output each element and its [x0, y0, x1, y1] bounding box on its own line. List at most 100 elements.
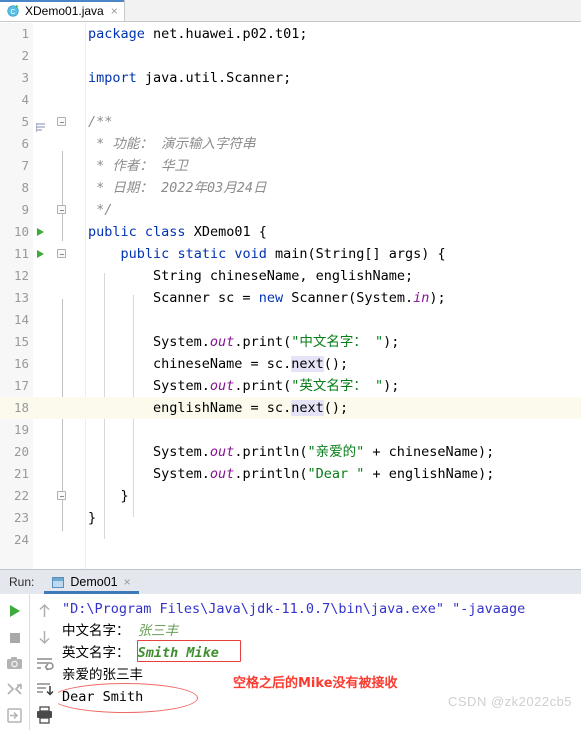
run-tab-demo01[interactable]: Demo01 × [44, 570, 139, 594]
run-tool-window: Run: Demo01 × "D:\Program Files\Java\jdk… [0, 569, 581, 730]
line-number: 11 [13, 246, 29, 261]
editor-line: 2 [0, 45, 581, 67]
run-arrow-icon[interactable] [37, 249, 44, 258]
editor-line: 11 public static void main(String[] args… [0, 243, 581, 265]
annotation-note: 空格之后的Mike没有被接收 [233, 676, 398, 691]
gutter-icons [31, 309, 85, 331]
run-arrow-icon[interactable] [37, 227, 44, 236]
code-text: System.out.print("英文名字： "); [88, 378, 400, 394]
up-button[interactable] [30, 598, 59, 624]
gutter-icons [31, 331, 85, 353]
close-icon[interactable]: × [109, 5, 118, 17]
editor-line: 6 * 功能： 演示输入字符串 [0, 133, 581, 155]
annotation-ellipse-dear-smith [58, 683, 198, 713]
code-editor[interactable]: 1 package net.huawei.p02.t01; 2 3 import jav… [0, 23, 581, 569]
line-number: 14 [13, 312, 29, 327]
editor-line: 4 [0, 89, 581, 111]
scroll-to-end-button[interactable] [30, 676, 59, 702]
editor-tab-xdemo01[interactable]: C XDemo01.java × [0, 0, 125, 21]
java-class-icon: C [7, 4, 20, 17]
line-number: 13 [13, 290, 29, 305]
close-icon[interactable]: × [124, 575, 131, 589]
fold-marker-icon[interactable] [57, 117, 66, 126]
editor-line: 9 */ [0, 199, 581, 221]
editor-line: 3 import java.util.Scanner; [0, 67, 581, 89]
fold-marker-icon[interactable] [57, 491, 66, 500]
code-text: chineseName = sc.next(); [88, 356, 349, 372]
svg-text:C: C [10, 9, 15, 16]
gutter-icons [31, 287, 85, 309]
gutter-icons [31, 419, 85, 441]
code-text: Scanner sc = new Scanner(System.in); [88, 290, 446, 306]
gutter-icons [31, 529, 85, 551]
gutter-icons [31, 67, 85, 89]
line-number: 23 [13, 510, 29, 525]
fold-marker-icon[interactable] [57, 249, 66, 258]
line-number: 7 [21, 158, 29, 173]
tab-active-indicator [0, 0, 124, 2]
javadoc-icon [35, 117, 46, 132]
editor-line: 16 chineseName = sc.next(); [0, 353, 581, 375]
screenshot-button[interactable] [0, 650, 29, 676]
editor-line: 23} [0, 507, 581, 529]
run-window-label: Run: [9, 575, 35, 589]
code-text: public class XDemo01 { [88, 224, 267, 240]
down-button[interactable] [30, 624, 59, 650]
gutter-icons [31, 221, 85, 243]
gutter-icons [31, 23, 85, 45]
gutter-icons [31, 199, 85, 221]
fold-marker-icon[interactable] [57, 205, 66, 214]
gutter-icons [31, 353, 85, 375]
run-window-header: Run: Demo01 × [0, 570, 581, 594]
editor-line: 21 System.out.println("Dear " + englishN… [0, 463, 581, 485]
run-toolbar-left-column [0, 594, 29, 730]
code-text: * 作者： 华卫 [88, 158, 189, 174]
rerun-button[interactable] [0, 598, 29, 624]
gutter-icons [31, 155, 85, 177]
gutter-icons [31, 507, 85, 529]
gutter-icons [31, 375, 85, 397]
code-text: } [88, 510, 97, 526]
run-tab-label: Demo01 [70, 575, 118, 589]
editor-line: 8 * 日期： 2022年03月24日 [0, 177, 581, 199]
editor-line: 7 * 作者： 华卫 [0, 155, 581, 177]
code-text: String chineseName, englishName; [88, 268, 414, 284]
gutter-icons [31, 441, 85, 463]
editor-line: 20 System.out.println("亲爱的" + chineseNam… [0, 441, 581, 463]
code-text: package net.huawei.p02.t01; [88, 26, 308, 42]
console-line: "D:\Program Files\Java\jdk-11.0.7\bin\ja… [62, 601, 526, 617]
gutter-icons [31, 45, 85, 67]
line-number: 10 [13, 224, 29, 239]
line-number: 2 [21, 48, 29, 63]
gutter-icons [31, 89, 85, 111]
code-text: */ [88, 202, 113, 218]
editor-line: 13 Scanner sc = new Scanner(System.in); [0, 287, 581, 309]
editor-line: 10 public class XDemo01 { [0, 221, 581, 243]
code-text: englishName = sc.next(); [88, 400, 349, 416]
line-number: 20 [13, 444, 29, 459]
editor-line-list: 1 package net.huawei.p02.t01; 2 3 import jav… [0, 23, 581, 551]
line-number: 5 [21, 114, 29, 129]
stop-button[interactable] [0, 624, 29, 650]
gutter-icons [31, 111, 85, 133]
editor-line: 15 System.out.print("中文名字： "); [0, 331, 581, 353]
gutter-icons [31, 133, 85, 155]
code-text: System.out.println("Dear " + englishName… [88, 466, 495, 482]
editor-line: 22 } [0, 485, 581, 507]
run-window-body: "D:\Program Files\Java\jdk-11.0.7\bin\ja… [0, 594, 581, 730]
line-number: 9 [21, 202, 29, 217]
print-button[interactable] [30, 702, 59, 728]
line-number: 21 [13, 466, 29, 481]
console-output[interactable]: "D:\Program Files\Java\jdk-11.0.7\bin\ja… [58, 594, 581, 730]
restore-layout-button[interactable] [0, 676, 29, 702]
export-button[interactable] [0, 702, 29, 728]
line-number: 24 [13, 532, 29, 547]
editor-line: 5 /** [0, 111, 581, 133]
line-number: 18 [13, 400, 29, 415]
gutter-icons [31, 485, 85, 507]
annotation-rect-smith-mike [137, 640, 241, 662]
line-number: 16 [13, 356, 29, 371]
soft-wrap-button[interactable] [30, 650, 59, 676]
code-text: /** [88, 114, 113, 130]
code-text: } [88, 488, 129, 504]
